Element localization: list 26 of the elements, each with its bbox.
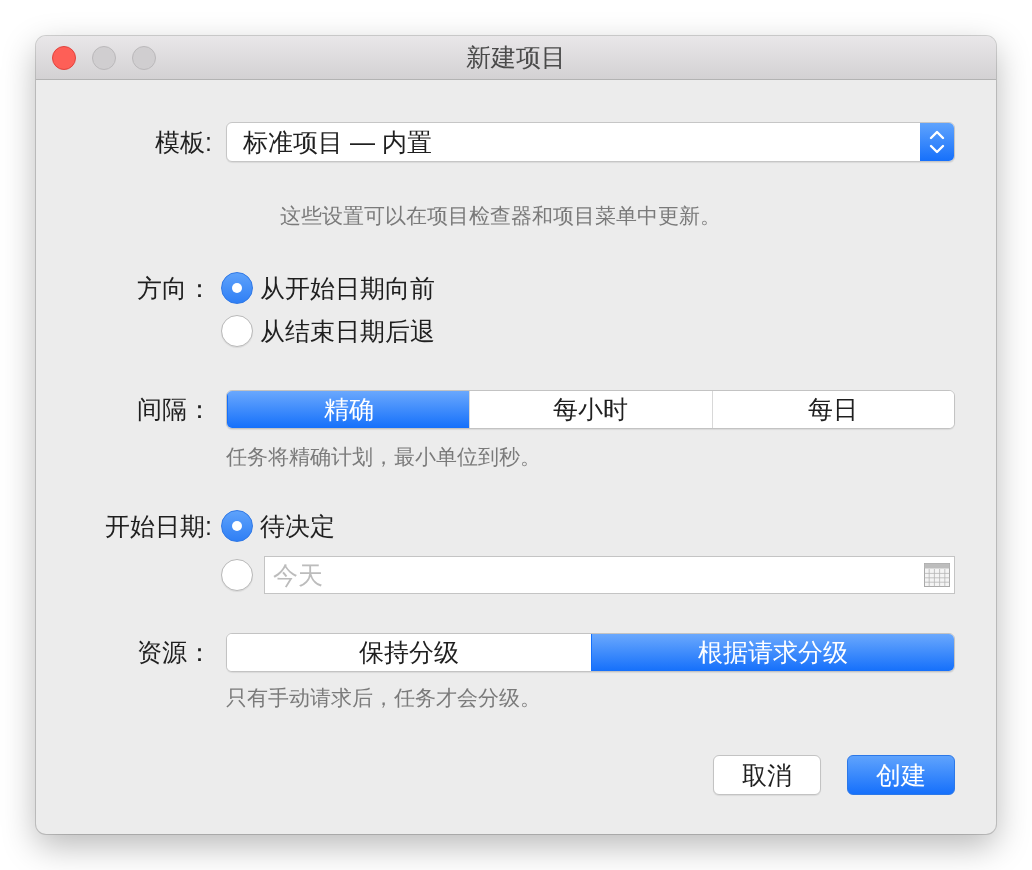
radio-button[interactable] — [221, 315, 253, 347]
field-label: 资源： — [136, 637, 212, 668]
date-field[interactable]: 今天 — [264, 556, 955, 594]
radio-button[interactable] — [221, 272, 253, 304]
option-label: 待决定 — [260, 510, 335, 542]
create-button[interactable]: 创建 — [847, 755, 955, 795]
field-label: 模板: — [154, 127, 212, 158]
calendar-icon[interactable] — [924, 563, 950, 587]
template-select[interactable]: 标准项目 — 内置 — [226, 122, 955, 162]
field-label: 间隔： — [136, 394, 212, 425]
segment-tab[interactable]: 保持分级 — [227, 633, 591, 671]
window-title: 新建项目 — [466, 42, 566, 73]
cancel-button[interactable]: 取消 — [713, 755, 821, 795]
option-label: 从结束日期后退 — [260, 315, 435, 347]
hint-text: 只有手动请求后，任务才会分级。 — [226, 685, 542, 711]
close-button[interactable] — [52, 45, 76, 70]
field-label: 方向： — [136, 273, 212, 304]
segment-tab[interactable]: 每小时 — [469, 390, 712, 428]
radio-button[interactable] — [221, 510, 253, 542]
hint-text: 任务将精确计划，最小单位到秒。 — [226, 444, 542, 470]
radio-button[interactable] — [221, 559, 253, 591]
hint-text: 这些设置可以在项目检查器和项目菜单中更新。 — [279, 203, 722, 229]
field-label: 开始日期: — [104, 511, 212, 542]
segment-tab[interactable]: 每日 — [711, 390, 954, 428]
option-label: 从开始日期向前 — [260, 272, 435, 304]
stepper-icon — [920, 123, 954, 161]
